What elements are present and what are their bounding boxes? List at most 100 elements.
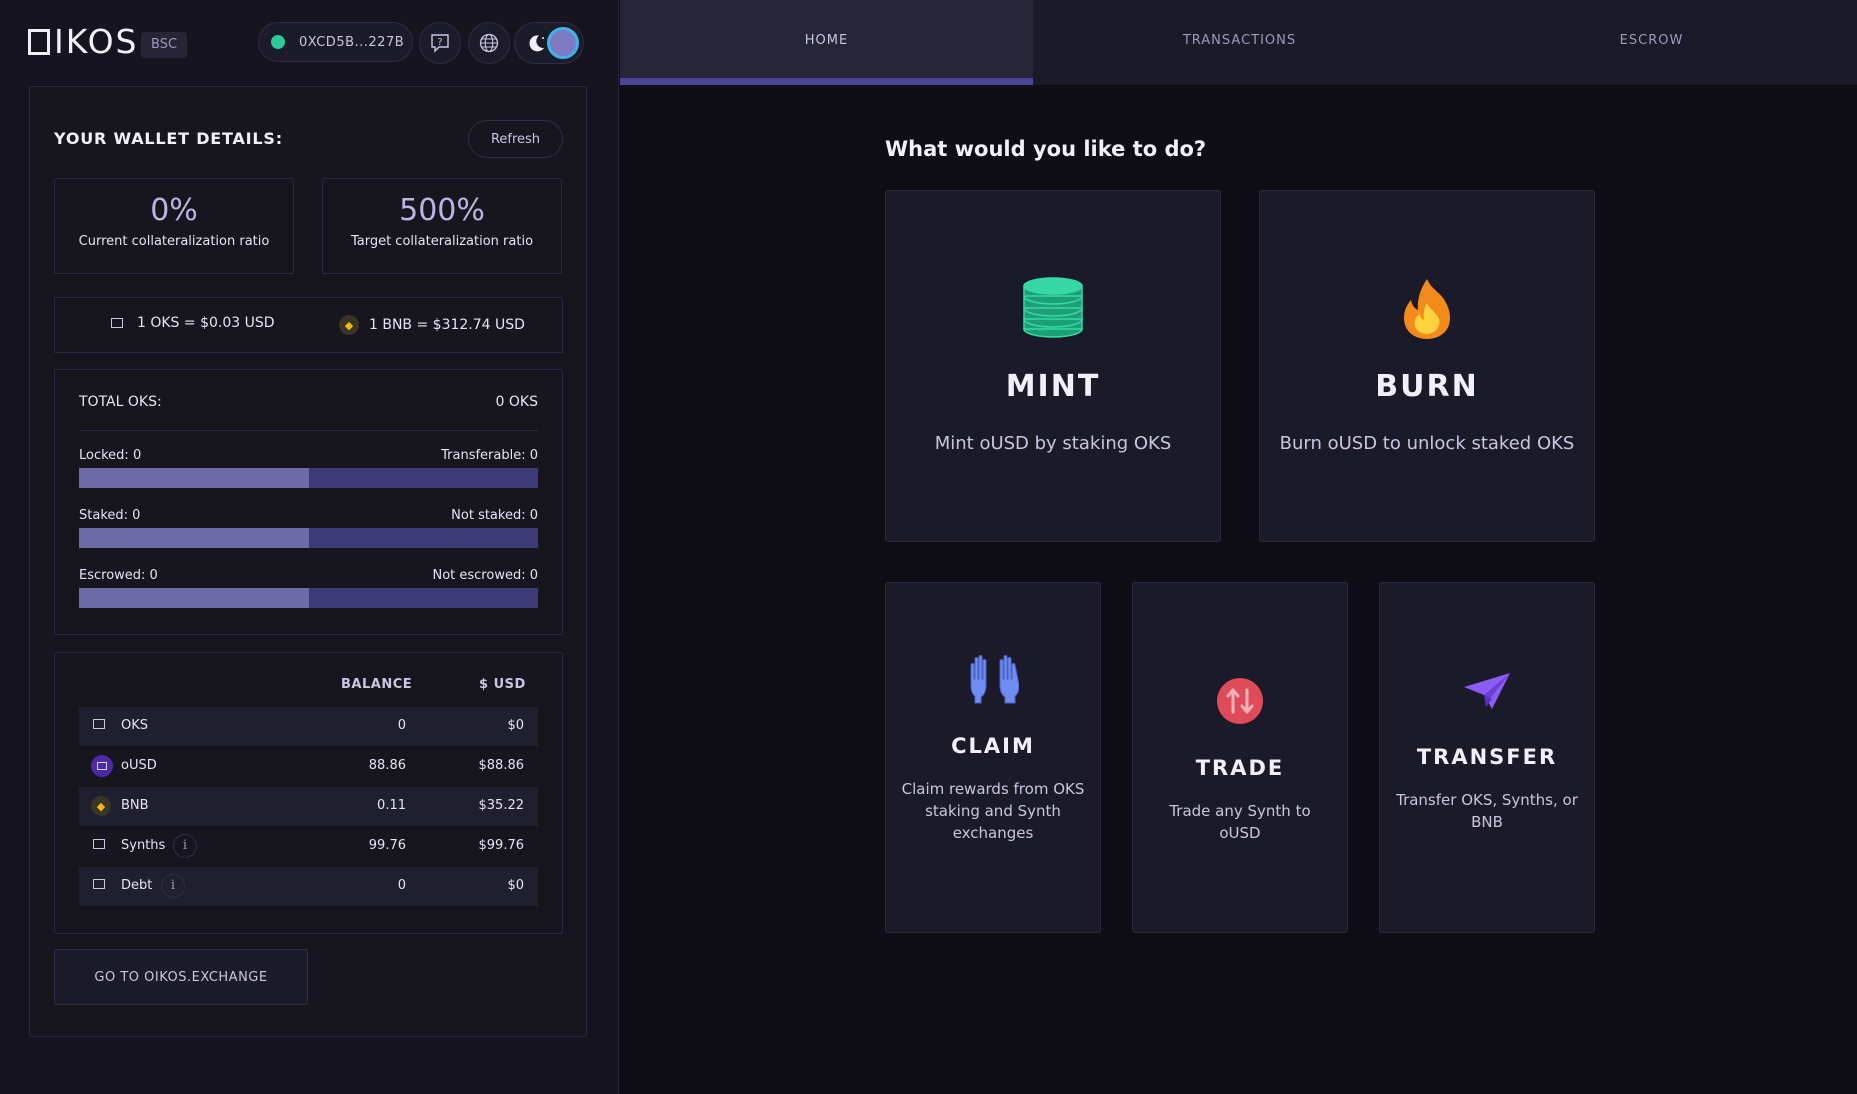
transfer-card[interactable]: TRANSFER Transfer OKS, Synths, or BNB (1379, 582, 1595, 933)
total-oks-value: 0 OKS (495, 394, 538, 410)
staked-bar-row: Staked: 0 Not staked: 0 (79, 508, 538, 548)
tab-transactions[interactable]: TRANSACTIONS (1033, 0, 1446, 85)
transfer-title: TRANSFER (1416, 745, 1558, 769)
burn-title: BURN (1375, 369, 1479, 404)
synths-token-icon (93, 837, 105, 853)
logo[interactable]: IKOS (28, 22, 139, 61)
wallet-button[interactable]: 0XCD5B...227B (258, 22, 413, 62)
staked-progress-bar (79, 528, 538, 548)
refresh-button[interactable]: Refresh (468, 120, 563, 158)
token-name: OKS (121, 718, 149, 733)
theme-toggle[interactable] (514, 22, 584, 64)
hands-icon (970, 655, 1019, 704)
bnb-token-icon: ◆ (91, 796, 111, 816)
price-card: 1 OKS = $0.03 USD ◆ 1 BNB = $312.74 USD (54, 297, 563, 353)
token-name: Synths (121, 838, 166, 853)
ousd-token-icon (91, 755, 113, 777)
debt-info-icon[interactable]: i (161, 874, 185, 898)
staked-label: Staked: 0 (79, 508, 141, 523)
staked-progress-fill (79, 528, 309, 548)
token-usd: $35.22 (478, 798, 525, 813)
total-oks-label: TOTAL OKS: (79, 394, 162, 410)
locked-label: Locked: 0 (79, 448, 142, 463)
current-ratio-label: Current collateralization ratio (78, 234, 270, 249)
mint-description: Mint oUSD by staking OKS (934, 433, 1172, 454)
trade-title: TRADE (1195, 756, 1285, 780)
fire-icon (1404, 279, 1450, 339)
table-row-ousd: oUSD 88.86 $88.86 (79, 747, 538, 786)
locked-progress-bar (79, 468, 538, 488)
escrowed-progress-bar (79, 588, 538, 608)
swap-icon (1217, 678, 1263, 724)
moon-icon (529, 35, 544, 52)
logo-mark-icon (28, 28, 50, 55)
total-oks-card: TOTAL OKS: 0 OKS Locked: 0 Transferable:… (54, 369, 563, 635)
token-balance: 99.76 (368, 838, 406, 853)
target-ratio-label: Target collateralization ratio (350, 234, 534, 249)
token-usd: $88.86 (478, 758, 525, 773)
bnb-token-icon: ◆ (339, 315, 359, 335)
main-tabs: HOME TRANSACTIONS ESCROW (620, 0, 1857, 85)
claim-description: Claim rewards from OKS staking and Synth… (901, 780, 1085, 842)
svg-text:?: ? (437, 37, 442, 48)
globe-icon (479, 33, 499, 53)
table-row-oks: OKS 0 $0 (79, 707, 538, 746)
not-escrowed-label: Not escrowed: 0 (432, 568, 538, 583)
token-usd: $0 (507, 878, 524, 893)
burn-description: Burn oUSD to unlock staked OKS (1279, 433, 1575, 454)
network-badge: BSC (141, 32, 188, 58)
token-usd: $0 (507, 718, 524, 733)
wallet-details-panel: YOUR WALLET DETAILS: Refresh 0% Current … (29, 86, 587, 1037)
tab-home[interactable]: HOME (620, 0, 1033, 85)
current-ratio-value: 0% (150, 193, 198, 228)
oks-price: 1 OKS = $0.03 USD (111, 315, 275, 331)
oks-price-text: 1 OKS = $0.03 USD (137, 315, 275, 331)
trade-card[interactable]: TRADE Trade any Synth to oUSD (1132, 582, 1348, 933)
oks-token-icon (111, 318, 123, 328)
bnb-price: ◆ 1 BNB = $312.74 USD (339, 315, 525, 335)
help-button[interactable]: ? (419, 22, 461, 64)
balances-table: BALANCE $ USD OKS 0 $0 oUSD 88.86 $88.86… (54, 652, 563, 934)
token-balance: 0 (397, 878, 406, 893)
token-name: Debt (121, 878, 153, 893)
usd-column-header: $ USD (479, 677, 526, 692)
escrowed-bar-row: Escrowed: 0 Not escrowed: 0 (79, 568, 538, 608)
claim-card[interactable]: CLAIM Claim rewards from OKS staking and… (885, 582, 1101, 933)
debt-token-icon (93, 877, 105, 893)
language-button[interactable] (468, 22, 510, 64)
mint-card[interactable]: MINT Mint oUSD by staking OKS (885, 190, 1221, 542)
escrowed-label: Escrowed: 0 (79, 568, 158, 583)
token-balance: 88.86 (368, 758, 406, 773)
synths-info-icon[interactable]: i (173, 834, 197, 858)
token-name: BNB (121, 798, 149, 813)
sidebar: IKOS BSC 0XCD5B...227B ? YOUR WALLET DET… (0, 0, 619, 1094)
escrowed-progress-fill (79, 588, 309, 608)
trade-description: Trade any Synth to oUSD (1169, 802, 1311, 842)
oks-token-icon (93, 717, 105, 733)
token-usd: $99.76 (478, 838, 525, 853)
token-balance: 0.11 (377, 798, 406, 813)
help-icon: ? (431, 34, 449, 53)
burn-card[interactable]: BURN Burn oUSD to unlock staked OKS (1259, 190, 1595, 542)
theme-toggle-knob (547, 27, 579, 59)
go-to-exchange-button[interactable]: GO TO OIKOS.EXCHANGE (54, 949, 308, 1005)
table-row-debt: Debt i 0 $0 (79, 867, 538, 906)
total-oks-header: TOTAL OKS: 0 OKS (79, 394, 538, 410)
table-row-bnb: ◆ BNB 0.11 $35.22 (79, 787, 538, 826)
target-ratio-card: 500% Target collateralization ratio (322, 178, 562, 274)
token-name: oUSD (121, 758, 157, 773)
top-bar: IKOS BSC 0XCD5B...227B ? (0, 0, 619, 84)
coins-icon (1023, 277, 1083, 338)
locked-bar-row: Locked: 0 Transferable: 0 (79, 448, 538, 488)
page-title: What would you like to do? (885, 137, 1207, 161)
tab-escrow[interactable]: ESCROW (1446, 0, 1857, 85)
logo-text: IKOS (54, 22, 139, 61)
paper-plane-icon (1464, 673, 1510, 709)
current-ratio-card: 0% Current collateralization ratio (54, 178, 294, 274)
target-ratio-value: 500% (399, 193, 485, 228)
divider (79, 430, 538, 431)
wallet-details-title: YOUR WALLET DETAILS: (54, 129, 283, 148)
bnb-price-text: 1 BNB = $312.74 USD (369, 317, 525, 333)
wallet-address: 0XCD5B...227B (299, 34, 405, 50)
transfer-description: Transfer OKS, Synths, or BNB (1396, 791, 1578, 831)
